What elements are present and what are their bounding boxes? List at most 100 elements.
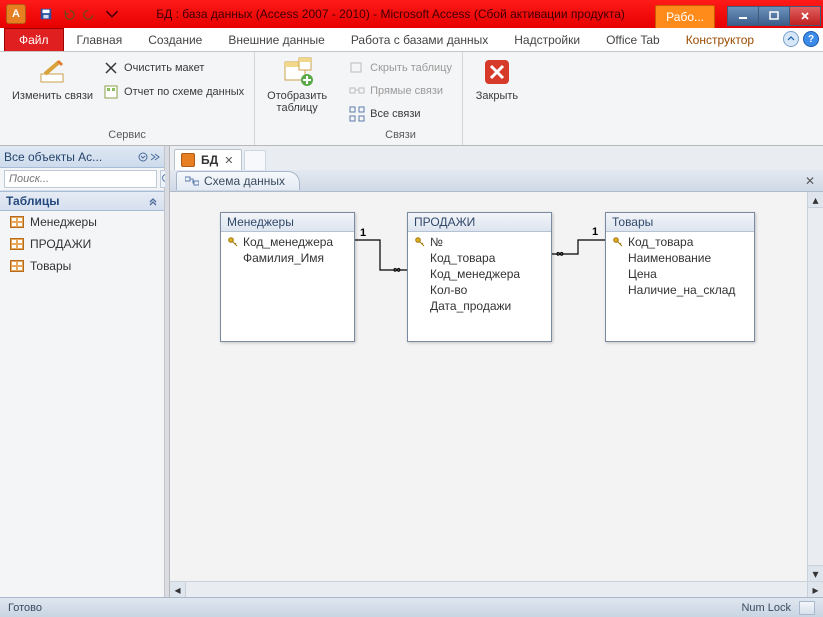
doc-tab-bd[interactable]: БД ✕ bbox=[174, 149, 242, 170]
access-file-icon bbox=[181, 153, 195, 167]
clear-layout-label: Очистить макет bbox=[124, 62, 204, 74]
table-icon bbox=[10, 216, 24, 228]
doc-tab-close-icon[interactable]: ✕ bbox=[224, 154, 233, 167]
window-buttons bbox=[727, 3, 821, 26]
scroll-right-icon[interactable]: ▸ bbox=[807, 582, 823, 597]
tab-external-data[interactable]: Внешние данные bbox=[215, 28, 338, 51]
document-area: Все объекты Ac... Таблицы Менеджеры ПРОД… bbox=[0, 146, 823, 597]
ribbon-group-relationships-label: Связи bbox=[347, 129, 454, 145]
key-icon bbox=[227, 237, 239, 247]
hide-table-button[interactable]: Скрыть таблицу bbox=[347, 58, 454, 78]
maximize-button[interactable] bbox=[758, 6, 790, 26]
edit-relationships-button[interactable]: Изменить связи bbox=[8, 54, 97, 104]
show-table-button[interactable]: Отобразитьтаблицу bbox=[263, 54, 331, 116]
field-row[interactable]: Наличие_на_склад bbox=[606, 282, 754, 298]
field-name: Код_товара bbox=[430, 251, 495, 265]
qat-dropdown-icon[interactable] bbox=[102, 4, 122, 24]
key-icon bbox=[414, 237, 426, 247]
save-icon[interactable] bbox=[36, 4, 56, 24]
rel-many-label: ∞ bbox=[556, 248, 564, 260]
contextual-tab-group: Рабо... bbox=[655, 0, 715, 28]
field-row[interactable]: Код_менеджера bbox=[221, 234, 354, 250]
edit-relationships-icon bbox=[37, 56, 69, 88]
minimize-button[interactable] bbox=[727, 6, 759, 26]
relationship-report-button[interactable]: Отчет по схеме данных bbox=[101, 82, 246, 102]
numlock-indicator: Num Lock bbox=[741, 602, 791, 614]
field-name: Цена bbox=[628, 267, 657, 281]
all-relationships-icon bbox=[349, 106, 365, 122]
minimize-ribbon-icon[interactable] bbox=[783, 31, 799, 47]
nav-item-goods[interactable]: Товары bbox=[0, 255, 164, 277]
table-box-title: Товары bbox=[606, 213, 754, 232]
contextual-tab-header[interactable]: Рабо... bbox=[655, 5, 715, 28]
quick-access-toolbar bbox=[32, 4, 126, 24]
nav-item-label: Менеджеры bbox=[30, 215, 97, 229]
field-name: Код_менеджера bbox=[243, 235, 333, 249]
field-name: Наименование bbox=[628, 251, 711, 265]
field-row[interactable]: Код_товара bbox=[408, 250, 551, 266]
show-table-label: Отобразитьтаблицу bbox=[267, 90, 327, 114]
view-button[interactable] bbox=[799, 601, 815, 615]
nav-search-input[interactable] bbox=[4, 170, 157, 188]
table-icon bbox=[10, 260, 24, 272]
table-box-managers[interactable]: Менеджеры Код_менеджера Фамилия_Имя bbox=[220, 212, 355, 342]
redo-icon[interactable] bbox=[80, 4, 100, 24]
field-row[interactable]: Кол-во bbox=[408, 282, 551, 298]
object-tab-label: Схема данных bbox=[204, 174, 285, 188]
nav-item-managers[interactable]: Менеджеры bbox=[0, 211, 164, 233]
close-rel-icon bbox=[481, 56, 513, 88]
tab-office-tab[interactable]: Office Tab bbox=[593, 28, 673, 51]
direct-relationships-icon bbox=[349, 83, 365, 99]
nav-dropdown-icon[interactable] bbox=[138, 152, 148, 162]
tab-home[interactable]: Главная bbox=[64, 28, 136, 51]
file-tab[interactable]: Файл bbox=[4, 28, 64, 51]
scroll-left-icon[interactable]: ◂ bbox=[170, 582, 186, 597]
table-box-sales[interactable]: ПРОДАЖИ № Код_товара Код_менеджера Кол-в… bbox=[407, 212, 552, 342]
field-name: Наличие_на_склад bbox=[628, 283, 735, 297]
direct-relationships-button[interactable]: Прямые связи bbox=[347, 81, 454, 101]
help-icon[interactable]: ? bbox=[803, 31, 819, 47]
field-row[interactable]: Код_товара bbox=[606, 234, 754, 250]
title-bar: A БД : база данных (Access 2007 - 2010) … bbox=[0, 0, 823, 28]
all-relationships-label: Все связи bbox=[370, 108, 420, 120]
field-row[interactable]: Фамилия_Имя bbox=[221, 250, 354, 266]
field-name: № bbox=[430, 235, 443, 249]
field-row[interactable]: № bbox=[408, 234, 551, 250]
collapse-category-icon[interactable] bbox=[148, 196, 158, 206]
table-box-goods[interactable]: Товары Код_товара Наименование Цена Нали… bbox=[605, 212, 755, 342]
nav-item-sales[interactable]: ПРОДАЖИ bbox=[0, 233, 164, 255]
scroll-up-icon[interactable]: ▴ bbox=[808, 192, 823, 208]
field-row[interactable]: Код_менеджера bbox=[408, 266, 551, 282]
all-relationships-button[interactable]: Все связи bbox=[347, 104, 454, 124]
nav-category-label: Таблицы bbox=[6, 194, 59, 208]
navigation-pane: Все объекты Ac... Таблицы Менеджеры ПРОД… bbox=[0, 146, 165, 597]
main-area: БД ✕ Схема данных ✕ Менеджеры Код_менедж… bbox=[170, 146, 823, 597]
close-rel-label: Закрыть bbox=[476, 90, 518, 102]
ribbon: Изменить связи Очистить макет Отчет по с… bbox=[0, 52, 823, 146]
object-tab-close-icon[interactable]: ✕ bbox=[803, 174, 817, 188]
nav-pane-header[interactable]: Все объекты Ac... bbox=[0, 146, 164, 168]
clear-layout-button[interactable]: Очистить макет bbox=[101, 58, 246, 78]
tab-database-tools[interactable]: Работа с базами данных bbox=[338, 28, 501, 51]
nav-category-tables[interactable]: Таблицы bbox=[0, 191, 164, 211]
relationships-canvas[interactable]: Менеджеры Код_менеджера Фамилия_Имя ПРОД… bbox=[170, 192, 823, 597]
nav-collapse-icon[interactable] bbox=[150, 152, 160, 162]
close-rel-button[interactable]: Закрыть bbox=[471, 54, 523, 104]
close-button[interactable] bbox=[789, 6, 821, 26]
doc-tab-blank[interactable] bbox=[244, 150, 266, 170]
nav-item-label: ПРОДАЖИ bbox=[30, 237, 91, 251]
hide-table-label: Скрыть таблицу bbox=[370, 62, 452, 74]
nav-item-label: Товары bbox=[30, 259, 71, 273]
vertical-scrollbar[interactable]: ▴ ▾ bbox=[807, 192, 823, 581]
tab-create[interactable]: Создание bbox=[135, 28, 215, 51]
horizontal-scrollbar[interactable]: ◂ ▸ bbox=[170, 581, 823, 597]
object-tab-relationships[interactable]: Схема данных bbox=[176, 171, 300, 190]
field-row[interactable]: Дата_продажи bbox=[408, 298, 551, 314]
scroll-down-icon[interactable]: ▾ bbox=[808, 565, 823, 581]
tab-addins[interactable]: Надстройки bbox=[501, 28, 593, 51]
undo-icon[interactable] bbox=[58, 4, 78, 24]
field-row[interactable]: Наименование bbox=[606, 250, 754, 266]
tab-design[interactable]: Конструктор bbox=[673, 28, 767, 51]
field-row[interactable]: Цена bbox=[606, 266, 754, 282]
table-box-title: ПРОДАЖИ bbox=[408, 213, 551, 232]
